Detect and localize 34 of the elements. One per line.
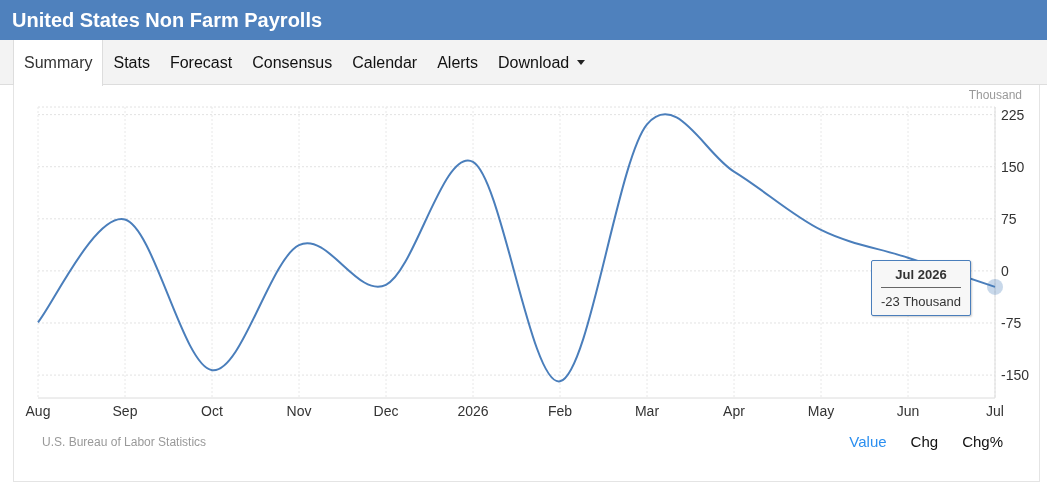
- y-axis-label: 0: [1001, 262, 1009, 279]
- tooltip-value: -23 Thousand: [881, 292, 961, 311]
- mode-button[interactable]: Chg%: [950, 431, 1015, 454]
- page-title: United States Non Farm Payrolls: [12, 8, 323, 32]
- tooltip-title: Jul 2026: [881, 265, 961, 288]
- y-axis-label: -150: [1001, 367, 1030, 384]
- tab[interactable]: Alerts: [427, 40, 489, 85]
- x-axis-label: Oct: [201, 403, 223, 419]
- tab[interactable]: Forecast: [159, 40, 243, 85]
- tab[interactable]: Summary: [13, 40, 104, 86]
- caret-icon: [577, 60, 586, 65]
- x-axis-label: Jul: [986, 403, 1004, 419]
- x-axis-label: Mar: [634, 403, 660, 419]
- x-axis-label: Feb: [547, 403, 573, 419]
- y-axis-label: 150: [1001, 158, 1025, 175]
- x-axis-label: 2026: [457, 403, 489, 419]
- x-axis-label: Jun: [896, 403, 920, 419]
- tab[interactable]: Stats: [103, 40, 160, 85]
- y-axis-label: 225: [1001, 106, 1025, 123]
- x-axis-label: Apr: [723, 403, 745, 419]
- x-axis-label: Nov: [286, 403, 312, 419]
- x-axis-label: May: [807, 403, 835, 419]
- y-axis-label: -75: [1001, 315, 1022, 331]
- y-axis-label: 75: [1001, 210, 1017, 227]
- tab[interactable]: Calendar: [342, 40, 428, 85]
- tab[interactable]: Consensus: [242, 40, 343, 85]
- tab[interactable]: Download: [488, 40, 596, 85]
- x-axis-label: Aug: [25, 403, 51, 419]
- source-text: U.S. Bureau of Labor Statistics: [42, 434, 207, 452]
- x-axis-label: Sep: [112, 403, 138, 419]
- highlight-point: [987, 278, 1003, 295]
- mode-button[interactable]: Chg: [898, 431, 951, 454]
- axis-unit-label: Thousand: [968, 88, 1022, 102]
- x-axis-label: Dec: [373, 403, 399, 419]
